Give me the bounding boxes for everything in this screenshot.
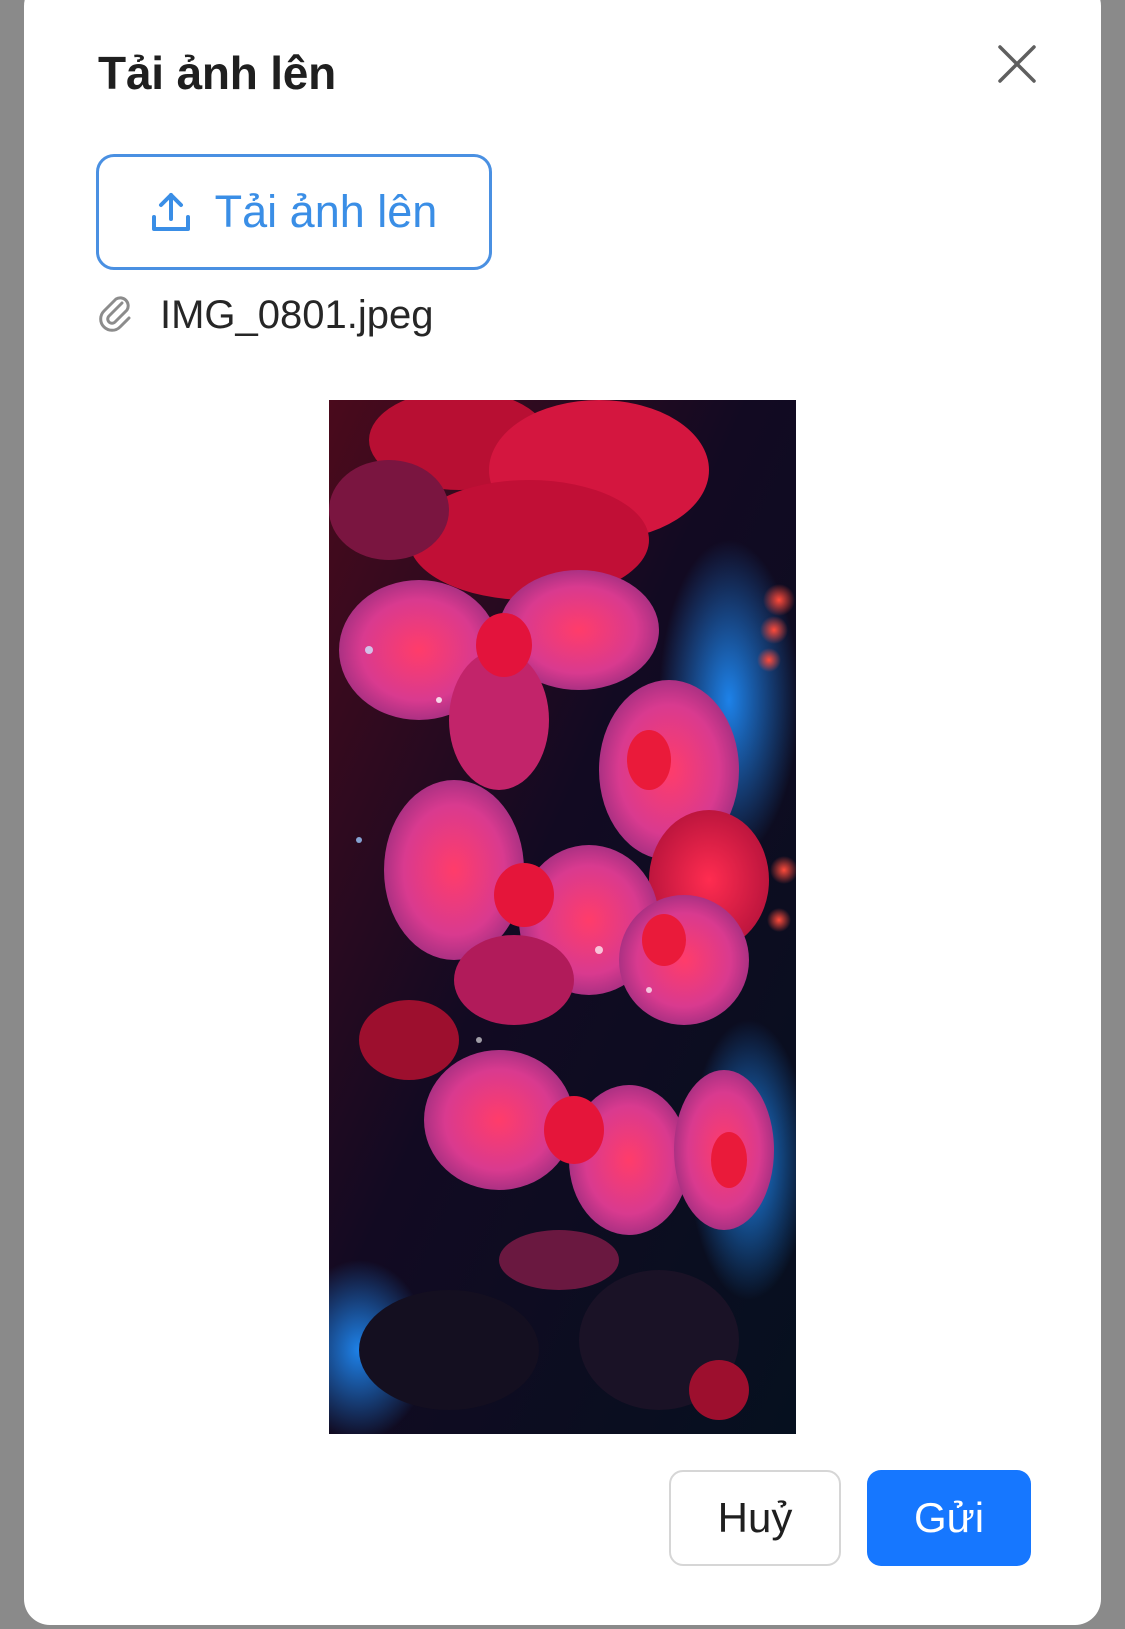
- send-button[interactable]: Gửi: [867, 1470, 1031, 1566]
- close-button[interactable]: [989, 36, 1045, 92]
- upload-button[interactable]: Tải ảnh lên: [96, 154, 492, 270]
- attached-file[interactable]: IMG_0801.jpeg: [98, 290, 434, 340]
- dialog-title: Tải ảnh lên: [98, 47, 337, 99]
- cancel-button[interactable]: Huỷ: [669, 1470, 841, 1566]
- upload-icon: [151, 191, 191, 233]
- paperclip-icon: [98, 293, 134, 338]
- close-icon: [998, 45, 1036, 83]
- upload-button-label: Tải ảnh lên: [214, 186, 438, 237]
- upload-dialog: Tải ảnh lên Tải ảnh lên IMG_0801.jpeg Hu…: [24, 0, 1101, 1625]
- file-name[interactable]: IMG_0801.jpeg: [160, 293, 434, 338]
- image-preview: [329, 400, 796, 1434]
